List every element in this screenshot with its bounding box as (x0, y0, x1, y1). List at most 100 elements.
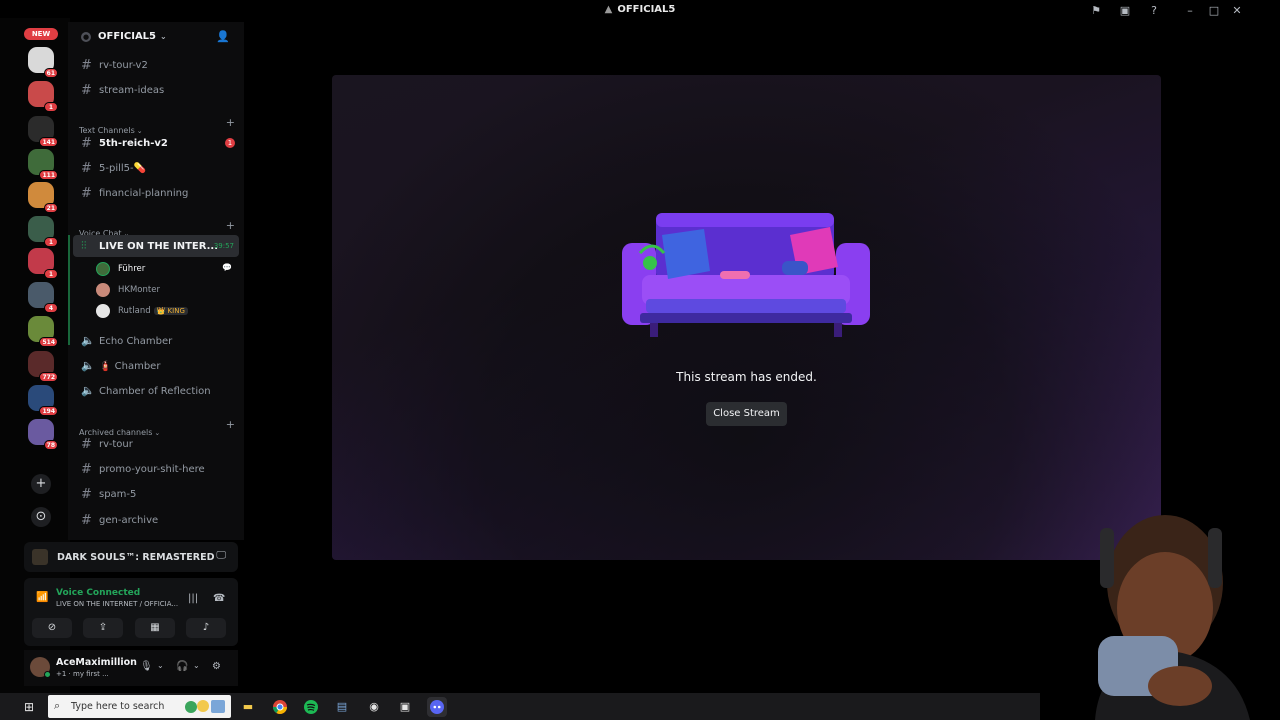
channel-promo-your-shit-here[interactable]: # promo-your-shit-here (73, 458, 239, 480)
speaker-icon: 🔈 (81, 359, 95, 372)
window-title-bar: ▲ OFFICIAL5 ⚑ ▣ ? – □ ✕ (0, 0, 1280, 22)
close-icon[interactable]: ✕ (1229, 3, 1245, 19)
spotify-icon[interactable] (301, 697, 321, 717)
server-icon[interactable]: 514 (28, 316, 58, 347)
category-voice-chat[interactable]: Voice Chat ⌄ + (79, 219, 239, 238)
stream-ended-message: This stream has ended. (676, 370, 817, 384)
hash-icon: # (81, 83, 92, 98)
server-header[interactable]: ● OFFICIAL5 ⌄ 👤 (68, 28, 244, 48)
channel-5th-reich-v2[interactable]: #5th-reich-v2 1 (73, 132, 239, 154)
add-channel-icon[interactable]: + (226, 116, 235, 129)
obs-icon[interactable]: ◉ (364, 697, 384, 717)
chevron-down-icon[interactable]: ⌄ (157, 661, 164, 670)
add-channel-icon[interactable]: + (226, 418, 235, 431)
add-channel-icon[interactable]: + (226, 219, 235, 232)
server-icon[interactable]: 78 (28, 419, 58, 450)
voice-timer: 39:57 (213, 242, 234, 250)
signal-icon[interactable]: 📶 (36, 592, 48, 603)
maximize-icon[interactable]: □ (1206, 3, 1222, 19)
server-icon[interactable]: 1 (28, 81, 58, 112)
server-icon[interactable]: 61 (28, 47, 58, 78)
role-badge: 👑 KING (153, 307, 188, 315)
voice-location[interactable]: LIVE ON THE INTERNET / OFFICIA... (56, 600, 178, 608)
channel-rv-tour[interactable]: # rv-tour (73, 433, 239, 455)
file-explorer-icon[interactable]: ▬ (238, 697, 258, 717)
channel-rv-tour-v2[interactable]: # rv-tour-v2 (73, 54, 239, 76)
server-icon[interactable]: 194 (28, 385, 58, 416)
windows-start-icon[interactable]: ⊞ (24, 700, 34, 714)
hash-icon: # (81, 186, 92, 201)
minimize-icon[interactable]: – (1182, 3, 1198, 19)
server-icon[interactable]: 141 (28, 116, 58, 147)
channel-financial-planning[interactable]: # financial-planning (73, 182, 239, 204)
hash-icon: # (81, 487, 92, 502)
headphones-icon[interactable]: 🎧 (176, 661, 188, 672)
invite-people-icon[interactable]: 👤 (216, 30, 230, 43)
category-archived-channels[interactable]: Archived channels ⌄ + (79, 418, 239, 437)
server-icon[interactable]: 1 (28, 216, 58, 247)
stream-chat-icon[interactable]: 💬 (222, 263, 232, 272)
voice-stage-icon: ⫶⫶ (81, 239, 87, 252)
voice-user[interactable]: Führer 💬 (96, 259, 236, 279)
game-thumbnail (32, 549, 48, 565)
add-server-button[interactable]: + (31, 474, 51, 494)
unread-badge: 194 (39, 406, 58, 416)
discover-servers-button[interactable]: ⊙ (31, 507, 51, 527)
voice-channel-echo-chamber[interactable]: 🔈 Echo Chamber (73, 330, 239, 352)
couch-illustration (622, 213, 870, 337)
voice-user[interactable]: HKMonter (96, 280, 236, 300)
chevron-down-icon[interactable]: ⌄ (193, 661, 200, 670)
hash-icon: # (81, 58, 92, 73)
server-icon[interactable]: 772 (28, 351, 58, 382)
voice-channel-chamber-of-reflection[interactable]: 🔈 Chamber of Reflection (73, 380, 239, 402)
settings-gear-icon[interactable]: ⚙ (212, 661, 221, 672)
game-app-icon[interactable]: ▣ (395, 697, 415, 717)
hash-icon: # (81, 513, 92, 528)
channel-gen-archive[interactable]: # gen-archive (73, 509, 239, 531)
noise-suppression-icon[interactable]: ||| (188, 593, 198, 604)
screen-share-icon[interactable]: 🖵 (216, 550, 226, 561)
active-voice-indicator (68, 235, 70, 345)
discord-icon[interactable] (427, 697, 447, 717)
share-screen-button[interactable]: ⇪ (83, 618, 123, 638)
game-activity-panel[interactable]: DARK SOULS™: REMASTERED 🖵 (24, 542, 238, 572)
microphone-icon[interactable]: 🎙 (140, 661, 153, 672)
hash-icon: # (81, 136, 92, 151)
notepad-icon[interactable]: ▤ (332, 697, 352, 717)
search-highlight-art (185, 700, 225, 713)
hash-icon: # (81, 161, 92, 176)
unread-badge: 1 (44, 237, 58, 247)
category-text-channels[interactable]: Text Channels ⌄ + (79, 116, 239, 135)
unread-badge: 514 (39, 337, 58, 347)
inbox-icon[interactable]: ▣ (1117, 3, 1133, 19)
unread-badge: 21 (43, 203, 58, 213)
channel-spam-5[interactable]: # spam-5 (73, 483, 239, 505)
help-icon[interactable]: ? (1146, 3, 1162, 19)
speaker-icon: 🔈 (81, 334, 95, 347)
server-icon[interactable]: 4 (28, 282, 58, 313)
voice-channel-live[interactable]: ⫶⫶ LIVE ON THE INTER... 39:57 (73, 235, 239, 257)
voice-user[interactable]: Rutland 👑 KING (96, 301, 236, 321)
server-icon[interactable]: 1 (28, 248, 58, 279)
voice-status[interactable]: Voice Connected (56, 588, 140, 598)
taskbar-search[interactable]: ⌕ Type here to search (48, 695, 231, 718)
user-panel: AceMaximillion +1 · my first ... 🎙 ⌄ 🎧 ⌄… (24, 650, 238, 686)
soundboard-button[interactable]: ♪ (186, 618, 226, 638)
server-icon[interactable]: 111 (28, 149, 58, 180)
flag-icon[interactable]: ⚑ (1088, 3, 1104, 19)
disconnect-icon[interactable]: ☎ (213, 593, 225, 604)
close-stream-button[interactable]: Close Stream (706, 402, 787, 426)
activities-button[interactable]: ▦ (135, 618, 175, 638)
unread-badge: 61 (43, 68, 58, 78)
new-badge: NEW (24, 28, 58, 40)
chrome-icon[interactable] (270, 697, 290, 717)
username[interactable]: AceMaximillion (56, 657, 137, 668)
avatar[interactable] (30, 657, 51, 678)
camera-off-button[interactable]: ⊘ (32, 618, 72, 638)
voice-channel-chamber[interactable]: 🔈 🧯 Chamber (73, 355, 239, 377)
windows-taskbar: ⊞ ⌕ Type here to search ▬ ▤ ◉ ▣ (0, 693, 1040, 720)
channel-5-pill5[interactable]: #5-pill5-💊 (73, 157, 239, 179)
unread-badge: 772 (39, 372, 58, 382)
channel-stream-ideas[interactable]: # stream-ideas (73, 79, 239, 101)
server-icon[interactable]: 21 (28, 182, 58, 213)
